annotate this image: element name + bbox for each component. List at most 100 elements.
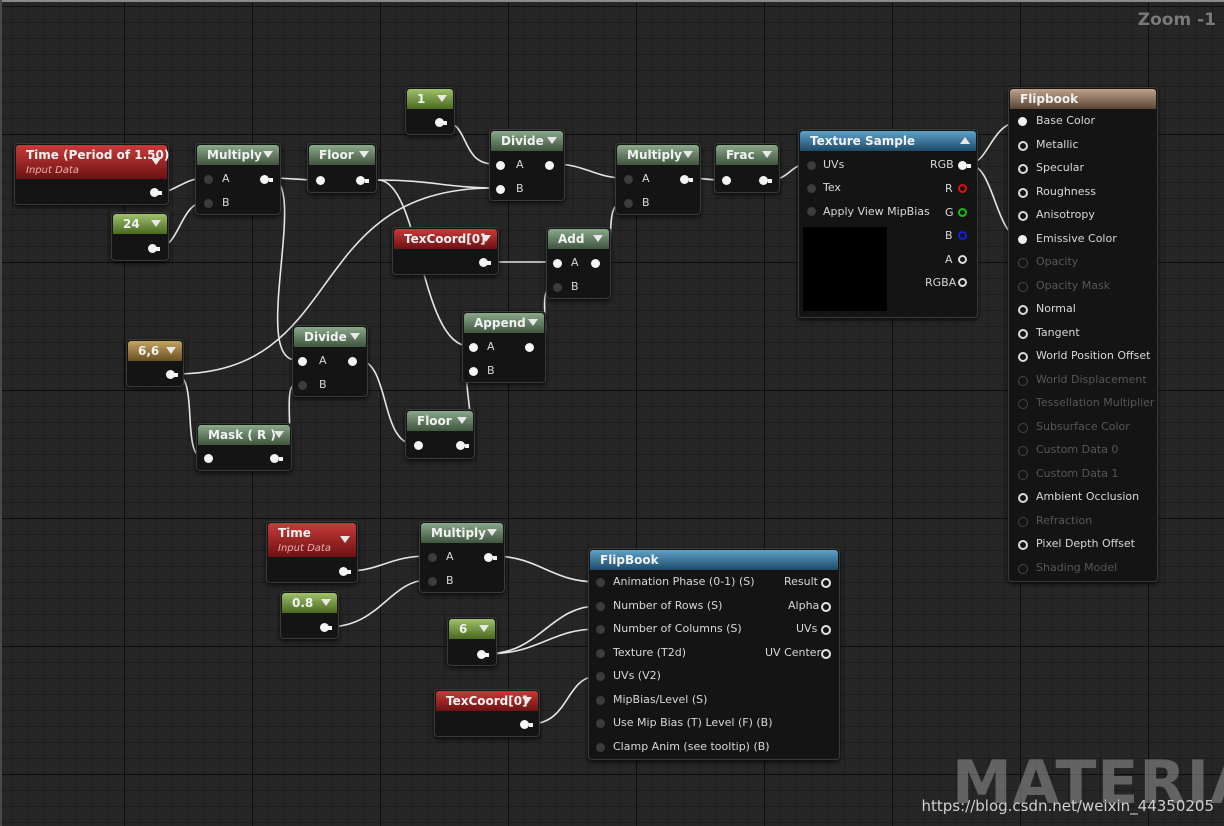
chevron-down-icon[interactable] bbox=[522, 697, 532, 704]
output-pin[interactable] bbox=[270, 454, 279, 463]
result-pin-row[interactable]: Refraction bbox=[1009, 511, 1157, 534]
node-constant-1[interactable]: 1 bbox=[405, 87, 455, 135]
output-pin-a[interactable] bbox=[958, 255, 967, 264]
input-pin[interactable] bbox=[1018, 187, 1028, 198]
chevron-down-icon[interactable] bbox=[593, 235, 603, 242]
chevron-down-icon[interactable] bbox=[481, 235, 491, 242]
input-pin-texture[interactable] bbox=[596, 649, 605, 658]
output-pin[interactable] bbox=[260, 175, 269, 184]
input-pin[interactable] bbox=[316, 176, 325, 185]
input-pin-tex[interactable] bbox=[807, 184, 816, 193]
output-pin[interactable] bbox=[525, 343, 534, 352]
node-texture-sample[interactable]: Texture Sample UVs Tex Apply View MipBia… bbox=[798, 129, 978, 318]
input-pin-a[interactable] bbox=[469, 343, 478, 352]
node-time[interactable]: Time Input Data bbox=[266, 521, 358, 583]
input-pin[interactable] bbox=[1018, 540, 1028, 550]
output-pin[interactable] bbox=[759, 176, 768, 185]
node-texcoord-1[interactable]: TexCoord[0] bbox=[392, 227, 499, 275]
result-pin-row[interactable]: Pixel Depth Offset bbox=[1009, 534, 1157, 557]
input-pin-phase[interactable] bbox=[596, 578, 605, 587]
input-pin-columns[interactable] bbox=[596, 625, 605, 634]
input-pin-b[interactable] bbox=[469, 367, 478, 376]
node-mask-r[interactable]: Mask ( R ) bbox=[196, 423, 292, 471]
node-floor-1[interactable]: Floor bbox=[307, 143, 377, 193]
node-floor-2[interactable]: Floor bbox=[405, 409, 475, 459]
input-pin[interactable] bbox=[1018, 164, 1028, 174]
output-pin[interactable] bbox=[680, 175, 689, 184]
output-pin-uv-center[interactable] bbox=[821, 649, 831, 659]
chevron-down-icon[interactable] bbox=[683, 151, 693, 158]
chevron-down-icon[interactable] bbox=[479, 625, 489, 632]
chevron-down-icon[interactable] bbox=[487, 529, 497, 536]
chevron-down-icon[interactable] bbox=[359, 151, 369, 158]
output-pin-g[interactable] bbox=[958, 208, 967, 217]
input-pin-mipbias[interactable] bbox=[596, 696, 605, 705]
output-pin-rgba[interactable] bbox=[958, 278, 967, 287]
output-pin-result[interactable] bbox=[821, 578, 831, 588]
input-pin-a[interactable] bbox=[624, 175, 633, 184]
chevron-down-icon[interactable] bbox=[547, 137, 557, 144]
result-pin-row[interactable]: Custom Data 1 bbox=[1009, 464, 1157, 487]
result-pin-row[interactable]: World Displacement bbox=[1009, 370, 1157, 393]
node-constant-0-8[interactable]: 0.8 bbox=[280, 591, 339, 639]
node-time-period[interactable]: Time (Period of 1.50) Input Data bbox=[14, 143, 169, 205]
input-pin[interactable] bbox=[1018, 140, 1028, 151]
input-pin[interactable] bbox=[1018, 234, 1027, 244]
node-append[interactable]: Append A B bbox=[462, 311, 546, 383]
input-pin-a[interactable] bbox=[553, 259, 562, 268]
result-pin-row[interactable]: Specular bbox=[1009, 158, 1157, 181]
output-pin[interactable] bbox=[456, 441, 465, 450]
node-flipbook-function[interactable]: FlipBook Animation Phase (0-1) (S) Numbe… bbox=[588, 548, 840, 760]
input-pin-rows[interactable] bbox=[596, 602, 605, 611]
node-material-result[interactable]: Flipbook Base Color Metallic Specular Rough… bbox=[1008, 87, 1158, 582]
output-pin[interactable] bbox=[520, 720, 529, 729]
chevron-down-icon[interactable] bbox=[151, 220, 161, 227]
chevron-down-icon[interactable] bbox=[350, 333, 360, 340]
result-pin-row[interactable]: Opacity Mask bbox=[1009, 276, 1157, 299]
output-pin[interactable] bbox=[484, 553, 493, 562]
result-pin-row[interactable]: Anisotropy bbox=[1009, 205, 1157, 228]
output-pin-rgb[interactable] bbox=[958, 161, 967, 170]
result-pin-row[interactable]: Custom Data 0 bbox=[1009, 440, 1157, 463]
node-texcoord-2[interactable]: TexCoord[0] bbox=[434, 689, 540, 737]
result-pin-row[interactable]: Base Color bbox=[1009, 111, 1157, 134]
chevron-down-icon[interactable] bbox=[151, 158, 161, 165]
result-pin-row[interactable]: Subsurface Color bbox=[1009, 417, 1157, 440]
node-divide-2[interactable]: Divide A B bbox=[292, 325, 368, 397]
result-pin-row[interactable]: Emissive Color bbox=[1009, 229, 1157, 252]
input-pin-b[interactable] bbox=[496, 185, 505, 194]
input-pin-b[interactable] bbox=[298, 381, 307, 390]
input-pin-mipbias[interactable] bbox=[807, 207, 816, 216]
input-pin-b[interactable] bbox=[428, 577, 437, 586]
node-constant-6[interactable]: 6 bbox=[447, 617, 497, 666]
output-pin[interactable] bbox=[591, 259, 600, 268]
chevron-down-icon[interactable] bbox=[340, 536, 350, 543]
output-pin-uvs[interactable] bbox=[821, 625, 831, 635]
output-pin[interactable] bbox=[356, 176, 365, 185]
result-pin-row[interactable]: Tessellation Multiplier bbox=[1009, 393, 1157, 416]
chevron-up-icon[interactable] bbox=[960, 137, 970, 144]
chevron-down-icon[interactable] bbox=[437, 95, 447, 102]
chevron-down-icon[interactable] bbox=[166, 347, 176, 354]
input-pin[interactable] bbox=[1018, 493, 1028, 503]
output-pin-b[interactable] bbox=[958, 231, 967, 240]
input-pin[interactable] bbox=[414, 441, 423, 450]
input-pin-b[interactable] bbox=[553, 283, 562, 292]
chevron-down-icon[interactable] bbox=[274, 431, 284, 438]
input-pin[interactable] bbox=[204, 454, 213, 463]
result-pin-row[interactable]: Ambient Occlusion bbox=[1009, 487, 1157, 510]
input-pin-a[interactable] bbox=[298, 357, 307, 366]
output-pin[interactable] bbox=[348, 357, 357, 366]
node-add[interactable]: Add A B bbox=[546, 227, 611, 299]
input-pin-a[interactable] bbox=[204, 175, 213, 184]
chevron-down-icon[interactable] bbox=[263, 151, 273, 158]
result-pin-row[interactable]: Roughness bbox=[1009, 182, 1157, 205]
output-pin[interactable] bbox=[545, 161, 554, 170]
input-pin-uvs[interactable] bbox=[596, 672, 605, 681]
node-constant-24[interactable]: 24 bbox=[111, 212, 169, 261]
input-pin-uvs[interactable] bbox=[807, 161, 816, 170]
output-pin-r[interactable] bbox=[958, 184, 967, 193]
chevron-down-icon[interactable] bbox=[321, 599, 331, 606]
result-pin-row[interactable]: Normal bbox=[1009, 299, 1157, 322]
result-pin-row[interactable]: Tangent bbox=[1009, 323, 1157, 346]
